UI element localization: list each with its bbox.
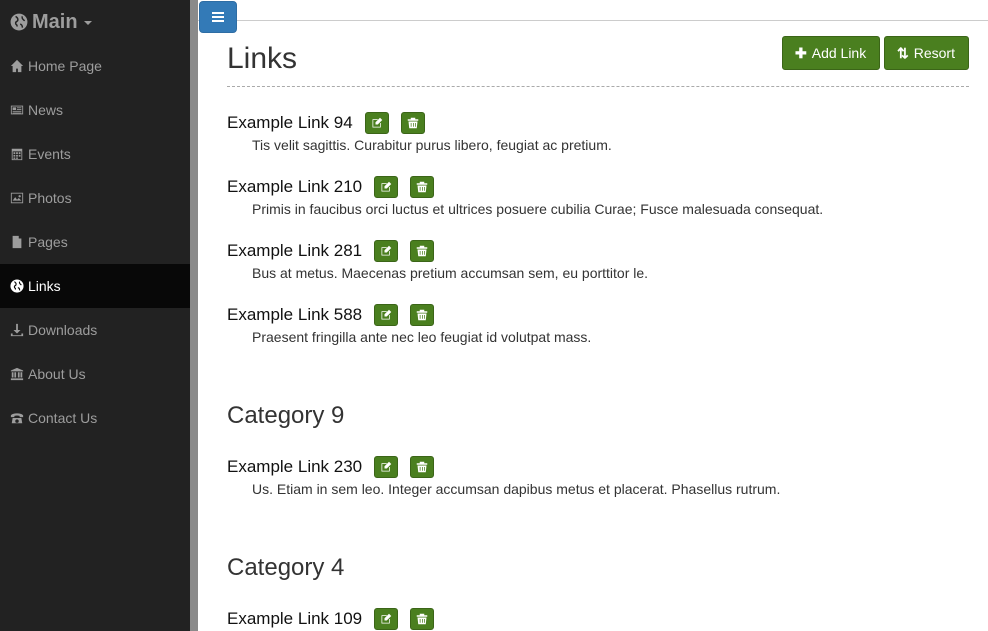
delete-link-button[interactable] (410, 608, 435, 630)
sidebar-item-label: Home Page (28, 58, 102, 74)
edit-icon (381, 181, 392, 192)
phone-icon (9, 411, 25, 425)
sidebar-item-label: Contact Us (28, 410, 98, 426)
sidebar-item-label: News (28, 102, 64, 118)
link-description: Praesent fringilla ante nec leo feugiat … (252, 329, 592, 345)
edit-icon (381, 309, 392, 320)
trash-icon (416, 245, 428, 257)
edit-link-button[interactable] (374, 456, 399, 478)
plus-icon: ✚ (795, 44, 807, 61)
sidebar-item-news[interactable]: News (0, 88, 190, 132)
link-title: Example Link 109 (227, 609, 363, 628)
sidebar-item-events[interactable]: Events (0, 132, 190, 176)
resort-label: Resort (913, 45, 955, 61)
add-link-button[interactable]: ✚ Add Link (782, 36, 880, 70)
sidebar-item-pages[interactable]: Pages (0, 220, 190, 264)
sidebar-item-label: About Us (28, 366, 86, 382)
newspaper-icon (9, 103, 25, 117)
link-item: Example Link 230 Us. Etiam in sem leo. I… (227, 456, 780, 497)
link-title: Example Link 588 (227, 305, 363, 324)
sidebar-item-downloads[interactable]: Downloads (0, 308, 190, 352)
edit-icon (381, 613, 392, 624)
picture-icon (9, 191, 25, 205)
edit-link-button[interactable] (374, 176, 399, 198)
category-title: Category 9 (227, 402, 345, 429)
page-title: Links (227, 42, 298, 75)
download-icon (9, 323, 25, 337)
page-header: Links ✚ Add Link ⇅ Resort (227, 36, 969, 87)
link-item: Example Link 94 Tis velit sagittis. Cura… (227, 112, 612, 153)
trash-icon (416, 309, 428, 321)
trash-icon (416, 613, 428, 625)
link-title: Example Link 210 (227, 177, 363, 196)
sidebar-item-label: Downloads (28, 322, 98, 338)
link-description: Primis in faucibus orci luctus et ultric… (252, 201, 824, 217)
caret-down-icon (83, 21, 92, 25)
add-link-label: Add Link (811, 45, 867, 61)
edit-link-button[interactable] (374, 240, 399, 262)
topbar-divider (198, 20, 988, 21)
trash-icon (407, 117, 418, 129)
brand-dropdown[interactable]: Main (0, 0, 190, 44)
edit-link-button[interactable] (374, 304, 399, 326)
edit-icon (381, 245, 392, 256)
delete-link-button[interactable] (410, 240, 435, 262)
delete-link-button[interactable] (410, 176, 435, 198)
trash-icon (416, 461, 428, 473)
sidebar-item-home-page[interactable]: Home Page (0, 44, 190, 88)
sort-icon: ⇅ (897, 44, 909, 61)
sidebar-item-photos[interactable]: Photos (0, 176, 190, 220)
home-icon (9, 59, 25, 73)
brand-label: Main (32, 10, 78, 33)
link-title: Example Link 230 (227, 457, 363, 476)
edit-link-button[interactable] (364, 112, 389, 134)
delete-link-button[interactable] (410, 456, 435, 478)
link-title: Example Link 94 (227, 113, 353, 132)
link-description: Bus at metus. Maecenas pretium accumsan … (252, 265, 649, 281)
delete-link-button[interactable] (410, 304, 435, 326)
sidebar-item-links[interactable]: Links (0, 264, 190, 308)
resort-button[interactable]: ⇅ Resort (884, 36, 969, 70)
sidebar-item-contact-us[interactable]: Contact Us (0, 396, 190, 440)
link-description: Tis velit sagittis. Curabitur purus libe… (252, 137, 612, 153)
sidebar-item-label: Pages (28, 234, 68, 250)
globe-icon (10, 13, 28, 31)
category-title: Category 4 (227, 554, 345, 581)
link-item: Example Link 210 Primis in faucibus orci… (227, 176, 823, 217)
menu-toggle-button[interactable] (199, 1, 237, 33)
link-item: Example Link 588 Praesent fringilla ante… (227, 304, 591, 345)
link-item: Example Link 109 (227, 608, 435, 630)
sidebar-item-label: Links (28, 278, 61, 294)
sidebar-item-label: Photos (28, 190, 72, 206)
trash-icon (416, 181, 428, 193)
link-title: Example Link 281 (227, 241, 363, 260)
link-description: Us. Etiam in sem leo. Integer accumsan d… (252, 481, 781, 497)
sidebar-item-about-us[interactable]: About Us (0, 352, 190, 396)
calendar-icon (9, 147, 25, 161)
sidebar-scrollbar[interactable] (190, 0, 198, 631)
edit-link-button[interactable] (374, 608, 399, 630)
sidebar: Main Home Page News Events Photos Pages … (0, 0, 190, 631)
delete-link-button[interactable] (400, 112, 425, 134)
hamburger-icon (212, 16, 224, 18)
institution-icon (9, 367, 25, 381)
edit-icon (372, 117, 382, 128)
edit-icon (381, 461, 392, 472)
sidebar-item-label: Events (28, 146, 71, 162)
link-item: Example Link 281 Bus at metus. Maecenas … (227, 240, 648, 281)
file-icon (9, 235, 25, 249)
globe-icon (9, 279, 25, 293)
